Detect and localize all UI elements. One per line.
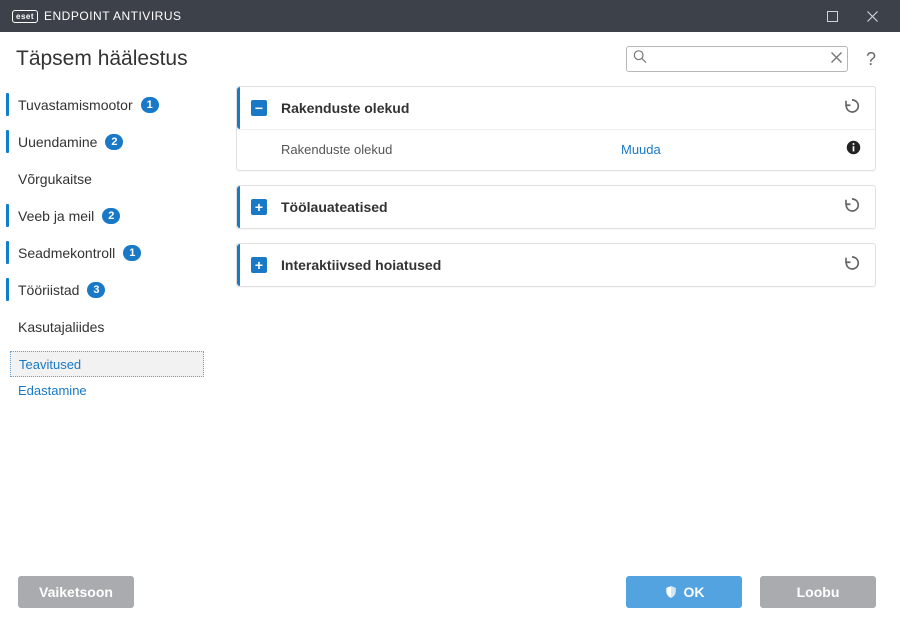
panel-revert-button[interactable]: [843, 254, 861, 277]
sidebar-item-label: Veeb ja meil: [18, 208, 94, 224]
maximize-icon: [827, 11, 838, 22]
expand-icon: +: [251, 257, 267, 273]
sidebar-item-ui[interactable]: Kasutajaliides: [0, 308, 208, 345]
sidebar-item-badge: 2: [105, 134, 123, 150]
sidebar-sub-notifications[interactable]: Teavitused: [10, 351, 204, 377]
sidebar-item-device-control[interactable]: Seadmekontroll 1: [0, 234, 208, 271]
sidebar-item-label: Tuvastamismootor: [18, 97, 133, 113]
sidebar-item-network-protection[interactable]: Võrgukaitse: [0, 160, 208, 197]
search-input[interactable]: [626, 46, 848, 72]
clear-icon: [831, 52, 842, 63]
revert-icon: [843, 196, 861, 214]
sidebar-sub-forwarding[interactable]: Edastamine: [0, 377, 208, 403]
panel-header-app-states[interactable]: − Rakenduste olekud: [237, 87, 875, 129]
panel-interactive-warnings: + Interaktiivsed hoiatused: [236, 243, 876, 287]
button-label: Loobu: [797, 584, 840, 600]
footer: Vaiketsoon OK Loobu: [0, 564, 900, 620]
header-row: Täpsem häälestus ?: [0, 32, 900, 78]
sidebar-item-label: Tööriistad: [18, 282, 79, 298]
default-zone-button[interactable]: Vaiketsoon: [18, 576, 134, 608]
window-maximize-button[interactable]: [812, 0, 852, 32]
brand-logo-badge: eset: [12, 10, 38, 23]
revert-icon: [843, 97, 861, 115]
search-clear-button[interactable]: [831, 50, 842, 68]
panel-row-app-states: Rakenduste olekud Muuda: [237, 129, 875, 170]
help-button[interactable]: ?: [858, 46, 884, 72]
panel-app-states: − Rakenduste olekud Rakenduste olekud Mu…: [236, 86, 876, 171]
ok-button[interactable]: OK: [626, 576, 742, 608]
product-name: ENDPOINT ANTIVIRUS: [44, 9, 181, 23]
row-label: Rakenduste olekud: [281, 142, 621, 157]
shield-icon: [664, 585, 678, 599]
button-label: OK: [684, 584, 705, 600]
search-icon: [633, 50, 647, 69]
expand-icon: +: [251, 199, 267, 215]
sidebar-item-label: Uuendamine: [18, 134, 97, 150]
sidebar-item-label: Seadmekontroll: [18, 245, 115, 261]
row-info-button[interactable]: [846, 140, 861, 158]
help-icon: ?: [866, 49, 876, 70]
sidebar-item-badge: 2: [102, 208, 120, 224]
title-bar: eset ENDPOINT ANTIVIRUS: [0, 0, 900, 32]
panel-title: Rakenduste olekud: [281, 100, 843, 116]
sidebar-item-web-mail[interactable]: Veeb ja meil 2: [0, 197, 208, 234]
panel-revert-button[interactable]: [843, 97, 861, 120]
cancel-button[interactable]: Loobu: [760, 576, 876, 608]
info-icon: [846, 140, 861, 155]
row-edit-link[interactable]: Muuda: [621, 142, 846, 157]
button-label: Vaiketsoon: [39, 584, 113, 600]
sidebar-item-badge: 1: [123, 245, 141, 261]
sidebar-item-label: Võrgukaitse: [18, 171, 92, 187]
window-close-button[interactable]: [852, 0, 892, 32]
close-icon: [867, 11, 878, 22]
app-brand: eset ENDPOINT ANTIVIRUS: [12, 9, 181, 23]
collapse-icon: −: [251, 100, 267, 116]
sidebar-item-label: Kasutajaliides: [18, 319, 104, 335]
panel-title: Interaktiivsed hoiatused: [281, 257, 843, 273]
sidebar-sub-label: Teavitused: [19, 357, 81, 372]
sidebar-item-badge: 1: [141, 97, 159, 113]
sidebar-item-badge: 3: [87, 282, 105, 298]
panel-desktop-notifications: + Töölauateatised: [236, 185, 876, 229]
panel-revert-button[interactable]: [843, 196, 861, 219]
sidebar: Tuvastamismootor 1 Uuendamine 2 Võrgukai…: [0, 78, 212, 564]
sidebar-item-tools[interactable]: Tööriistad 3: [0, 271, 208, 308]
panel-title: Töölauateatised: [281, 199, 843, 215]
sidebar-sub-label: Edastamine: [18, 383, 87, 398]
panel-header-desktop-notifications[interactable]: + Töölauateatised: [237, 186, 875, 228]
page-title: Täpsem häälestus: [16, 47, 188, 71]
sidebar-item-detection-engine[interactable]: Tuvastamismootor 1: [0, 86, 208, 123]
content-area: − Rakenduste olekud Rakenduste olekud Mu…: [212, 78, 900, 564]
search-field-wrap: [626, 46, 848, 72]
sidebar-item-updating[interactable]: Uuendamine 2: [0, 123, 208, 160]
panel-header-interactive-warnings[interactable]: + Interaktiivsed hoiatused: [237, 244, 875, 286]
revert-icon: [843, 254, 861, 272]
